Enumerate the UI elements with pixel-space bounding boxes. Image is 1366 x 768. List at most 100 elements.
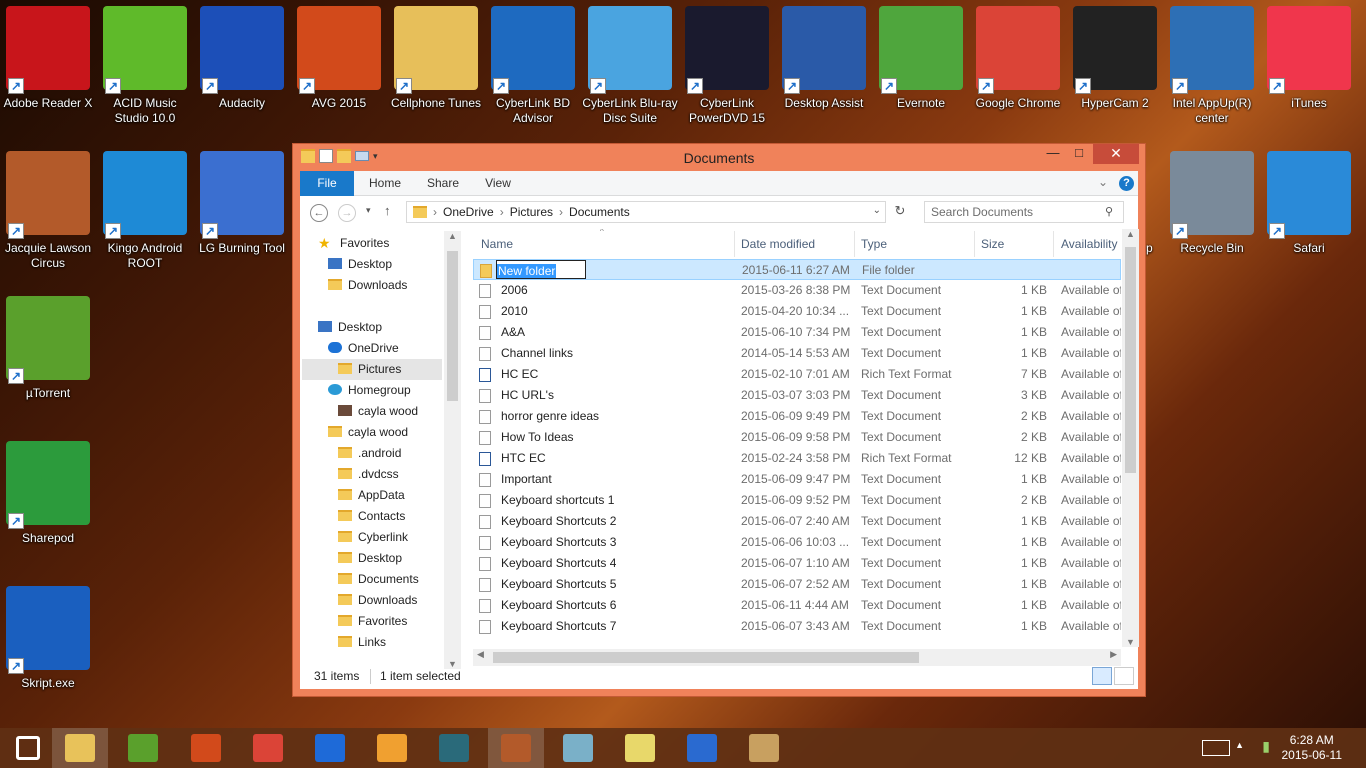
- nav-item[interactable]: Desktop: [318, 317, 382, 338]
- column-availability[interactable]: Availability: [1061, 229, 1117, 259]
- file-row[interactable]: HTC EC 2015-02-24 3:58 PM Rich Text Format…: [473, 448, 1121, 469]
- file-row[interactable]: Keyboard Shortcuts 6 2015-06-11 4:44 AM Te…: [473, 595, 1121, 616]
- title-bar[interactable]: ▾ Documents — □ ✕: [293, 144, 1145, 171]
- crumb-onedrive[interactable]: OneDrive: [443, 205, 494, 219]
- desktop-icon[interactable]: ↗ CyberLink BD Advisor: [485, 0, 581, 126]
- up-button[interactable]: ↑: [384, 203, 391, 218]
- column-type[interactable]: Type: [861, 229, 887, 259]
- file-row[interactable]: HC EC 2015-02-10 7:01 AM Rich Text Format 7…: [473, 364, 1121, 385]
- desktop-icon[interactable]: ↗ Sharepod: [0, 435, 96, 546]
- file-row[interactable]: Channel links 2014-05-14 5:53 AM Text Docu…: [473, 343, 1121, 364]
- file-row[interactable]: Keyboard Shortcuts 5 2015-06-07 2:52 AM Te…: [473, 574, 1121, 595]
- taskbar-button[interactable]: [178, 728, 234, 768]
- maximize-button[interactable]: □: [1065, 144, 1093, 164]
- file-row[interactable]: horror genre ideas 2015-06-09 9:49 PM Text…: [473, 406, 1121, 427]
- taskbar-button[interactable]: [302, 728, 358, 768]
- clock[interactable]: 6:28 AM 2015-06-11: [1282, 733, 1343, 763]
- taskbar-button[interactable]: [736, 728, 792, 768]
- forward-button[interactable]: →: [338, 204, 356, 222]
- taskbar-button[interactable]: [52, 728, 108, 768]
- file-row[interactable]: How To Ideas 2015-06-09 9:58 PM Text Docum…: [473, 427, 1121, 448]
- taskbar-button[interactable]: [240, 728, 296, 768]
- nav-item[interactable]: .dvdcss: [338, 464, 399, 485]
- vertical-scroll-thumb[interactable]: [1125, 247, 1136, 473]
- taskbar-button[interactable]: [488, 728, 544, 768]
- desktop-icon[interactable]: ↗ ACID Music Studio 10.0: [97, 0, 193, 126]
- address-bar[interactable]: › OneDrive › Pictures › Documents ⌄: [406, 201, 886, 223]
- nav-item[interactable]: Favorites: [338, 611, 407, 632]
- file-row[interactable]: A&A 2015-06-10 7:34 PM Text Document 1 KB Av…: [473, 322, 1121, 343]
- keyboard-icon[interactable]: [1202, 740, 1230, 756]
- nav-item[interactable]: AppData: [338, 485, 405, 506]
- desktop-icon[interactable]: ↗ Safari: [1261, 145, 1357, 256]
- file-row[interactable]: 2006 2015-03-26 8:38 PM Text Document 1 KB A…: [473, 280, 1121, 301]
- help-icon[interactable]: ?: [1119, 176, 1134, 191]
- desktop-icon[interactable]: ↗ iTunes: [1261, 0, 1357, 111]
- crumb-pictures[interactable]: Pictures: [510, 205, 553, 219]
- desktop-icon[interactable]: ↗ Skript.exe: [0, 580, 96, 691]
- network-icon[interactable]: ▮: [1262, 738, 1270, 755]
- file-row[interactable]: Keyboard Shortcuts 7 2015-06-07 3:43 AM Te…: [473, 616, 1121, 637]
- file-row[interactable]: Important 2015-06-09 9:47 PM Text Document…: [473, 469, 1121, 490]
- file-row[interactable]: HC URL's 2015-03-07 3:03 PM Text Document 3…: [473, 385, 1121, 406]
- nav-item[interactable]: Homegroup: [328, 380, 411, 401]
- desktop-icon[interactable]: ↗ Recycle Bin: [1164, 145, 1260, 256]
- details-view-button[interactable]: [1092, 667, 1112, 685]
- large-icons-view-button[interactable]: [1114, 667, 1134, 685]
- nav-item[interactable]: Links: [338, 632, 386, 653]
- refresh-button[interactable]: ↻: [890, 203, 910, 223]
- nav-item[interactable]: Cyberlink: [338, 527, 408, 548]
- desktop-icon[interactable]: ↗ µTorrent: [0, 290, 96, 401]
- taskbar-button[interactable]: [612, 728, 668, 768]
- desktop-icon[interactable]: ↗ Cellphone Tunes: [388, 0, 484, 111]
- nav-item[interactable]: OneDrive: [328, 338, 399, 359]
- desktop-icon[interactable]: ↗ CyberLink Blu-ray Disc Suite: [582, 0, 678, 126]
- desktop-icon[interactable]: ↗ Intel AppUp(R) center: [1164, 0, 1260, 126]
- nav-item[interactable]: Contacts: [338, 506, 405, 527]
- chevron-down-icon[interactable]: ⌄: [873, 205, 881, 216]
- nav-item[interactable]: Downloads: [328, 275, 407, 296]
- desktop-icon[interactable]: ↗ Jacquie Lawson Circus: [0, 145, 96, 271]
- desktop-icon[interactable]: ↗ Evernote: [873, 0, 969, 111]
- column-date-modified[interactable]: Date modified: [741, 229, 815, 259]
- taskbar-button[interactable]: [674, 728, 730, 768]
- taskbar-button[interactable]: [550, 728, 606, 768]
- file-row[interactable]: Keyboard Shortcuts 4 2015-06-07 1:10 AM Te…: [473, 553, 1121, 574]
- show-hidden-icons[interactable]: ▲: [1235, 740, 1244, 750]
- desktop-icon[interactable]: ↗ Adobe Reader X: [0, 0, 96, 111]
- taskbar-button[interactable]: [0, 728, 56, 768]
- desktop-icon[interactable]: ↗ CyberLink PowerDVD 15: [679, 0, 775, 126]
- desktop-icon[interactable]: ↗ Kingo Android ROOT: [97, 145, 193, 271]
- taskbar-button[interactable]: [426, 728, 482, 768]
- back-button[interactable]: ←: [310, 204, 328, 222]
- minimize-button[interactable]: —: [1039, 144, 1067, 164]
- tab-share[interactable]: Share: [418, 171, 468, 196]
- desktop-icon[interactable]: ↗ HyperCam 2: [1067, 0, 1163, 111]
- search-input[interactable]: Search Documents: [924, 201, 1124, 223]
- crumb-documents[interactable]: Documents: [569, 205, 630, 219]
- vertical-scrollbar[interactable]: ▲ ▼: [1122, 229, 1139, 647]
- rename-input[interactable]: New folder: [496, 260, 586, 279]
- tab-file[interactable]: File: [300, 171, 354, 196]
- nav-item[interactable]: Desktop: [328, 254, 392, 275]
- nav-item[interactable]: .android: [338, 443, 401, 464]
- desktop-icon[interactable]: ↗ LG Burning Tool: [194, 145, 290, 256]
- column-name[interactable]: Name: [481, 229, 513, 259]
- nav-scrollbar[interactable]: ▲ ▼: [444, 231, 461, 669]
- expand-ribbon-icon[interactable]: ⌄: [1098, 175, 1108, 189]
- desktop-icon[interactable]: ↗ Audacity: [194, 0, 290, 111]
- nav-item[interactable]: cayla wood: [338, 401, 418, 422]
- column-size[interactable]: Size: [981, 229, 1004, 259]
- close-button[interactable]: ✕: [1093, 144, 1139, 164]
- nav-item[interactable]: Desktop: [338, 548, 402, 569]
- desktop-icon[interactable]: ↗ Google Chrome: [970, 0, 1066, 111]
- desktop-icon[interactable]: ↗ Desktop Assist: [776, 0, 872, 111]
- file-row[interactable]: Keyboard Shortcuts 2 2015-06-07 2:40 AM Te…: [473, 511, 1121, 532]
- tab-home[interactable]: Home: [362, 171, 408, 196]
- nav-item[interactable]: Pictures: [302, 359, 442, 380]
- taskbar-button[interactable]: [364, 728, 420, 768]
- file-row[interactable]: Keyboard Shortcuts 3 2015-06-06 10:03 ...…: [473, 532, 1121, 553]
- nav-item[interactable]: cayla wood: [328, 422, 408, 443]
- horizontal-scroll-thumb[interactable]: [493, 652, 919, 663]
- file-row[interactable]: Keyboard shortcuts 1 2015-06-09 9:52 PM Te…: [473, 490, 1121, 511]
